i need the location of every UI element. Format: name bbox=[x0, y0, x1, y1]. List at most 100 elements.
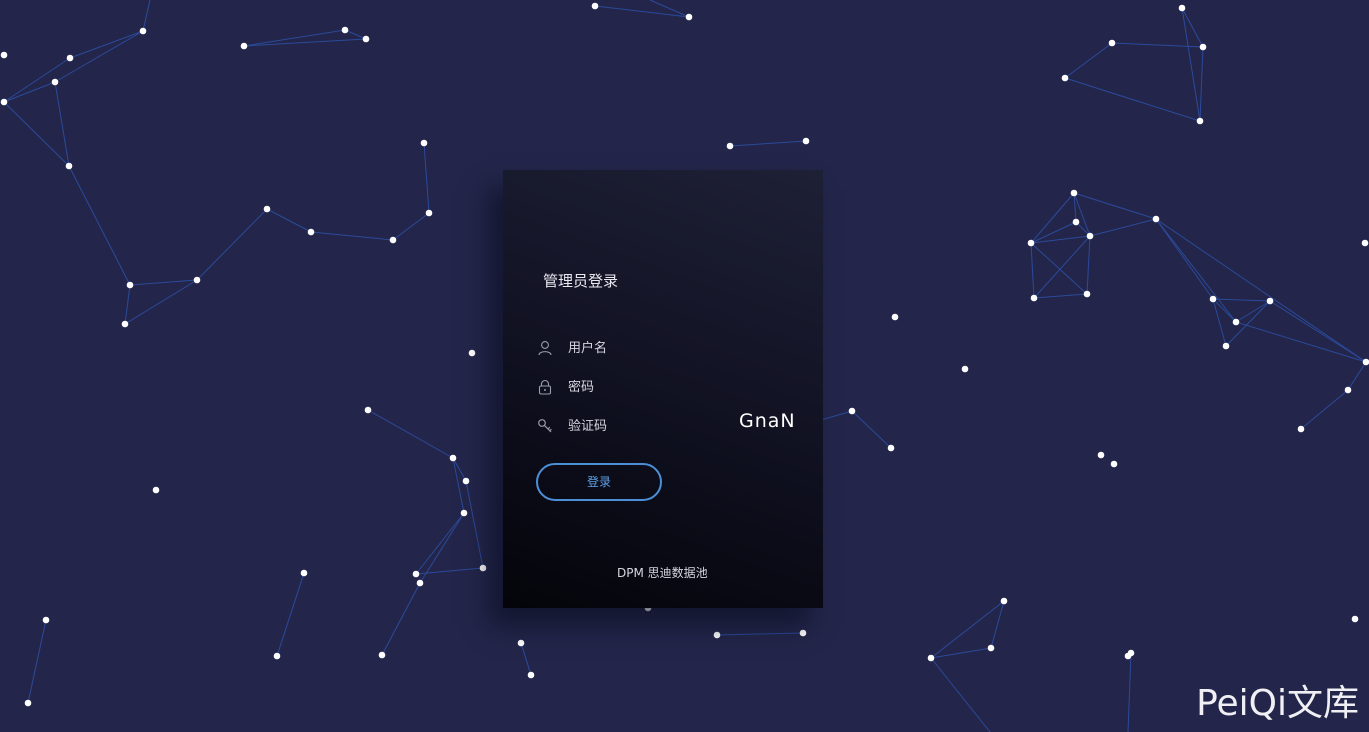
network-dot bbox=[1083, 290, 1091, 298]
network-dot bbox=[462, 477, 470, 485]
network-line bbox=[124, 284, 131, 325]
network-dot bbox=[364, 406, 372, 414]
watermark-text: PeiQi文库 bbox=[1196, 683, 1359, 724]
network-dot bbox=[1061, 74, 1069, 82]
username-input[interactable] bbox=[568, 340, 728, 356]
key-icon bbox=[537, 418, 553, 434]
network-dot bbox=[362, 35, 370, 43]
network-dot bbox=[425, 209, 433, 217]
network-line bbox=[423, 142, 430, 214]
network-line bbox=[716, 632, 804, 636]
network-dot bbox=[726, 142, 734, 150]
network-dot bbox=[1362, 358, 1369, 366]
network-dot bbox=[0, 51, 8, 59]
captcha-input[interactable] bbox=[568, 418, 728, 434]
network-line bbox=[851, 410, 892, 449]
network-dot bbox=[517, 639, 525, 647]
network-dot bbox=[1297, 425, 1305, 433]
network-dot bbox=[273, 652, 281, 660]
network-line bbox=[3, 57, 71, 103]
network-line bbox=[990, 600, 1005, 649]
login-button[interactable]: 登录 bbox=[536, 463, 662, 501]
network-dot bbox=[24, 699, 32, 707]
network-line bbox=[1033, 293, 1088, 299]
captcha-field[interactable] bbox=[537, 416, 737, 436]
network-dot bbox=[987, 644, 995, 652]
network-dot bbox=[300, 569, 308, 577]
network-line bbox=[1030, 242, 1035, 299]
network-dot bbox=[1110, 460, 1118, 468]
network-dot bbox=[479, 564, 487, 572]
network-line bbox=[310, 231, 394, 241]
username-field[interactable] bbox=[537, 338, 737, 358]
network-dot bbox=[412, 570, 420, 578]
network-line bbox=[465, 480, 484, 569]
network-dot bbox=[1027, 239, 1035, 247]
network-dot bbox=[713, 631, 721, 639]
network-line bbox=[594, 5, 690, 18]
network-dot bbox=[126, 281, 134, 289]
network-dot bbox=[449, 454, 457, 462]
network-dot bbox=[468, 349, 476, 357]
network-dot bbox=[1178, 4, 1186, 12]
network-dot bbox=[527, 671, 535, 679]
network-dot bbox=[152, 486, 160, 494]
network-line bbox=[415, 512, 465, 575]
network-dot bbox=[139, 27, 147, 35]
network-line bbox=[1089, 218, 1157, 237]
password-input[interactable] bbox=[568, 379, 728, 395]
network-dot bbox=[799, 629, 807, 637]
network-dot bbox=[891, 313, 899, 321]
footer-text: DPM 思迪数据池 bbox=[617, 566, 708, 580]
network-dot bbox=[591, 2, 599, 10]
network-dot bbox=[420, 139, 428, 147]
network-line bbox=[54, 81, 70, 167]
network-line bbox=[392, 212, 430, 241]
network-line bbox=[452, 457, 465, 514]
network-dot bbox=[1108, 39, 1116, 47]
network-dot bbox=[927, 654, 935, 662]
network-dot bbox=[1124, 652, 1132, 660]
network-dot bbox=[42, 616, 50, 624]
lock-icon bbox=[537, 379, 553, 395]
network-dot bbox=[1196, 117, 1204, 125]
login-title: 管理员登录 bbox=[543, 272, 619, 290]
network-dot bbox=[1086, 232, 1094, 240]
captcha-image[interactable]: GnaN bbox=[739, 410, 796, 432]
network-line bbox=[1155, 218, 1214, 300]
network-line bbox=[129, 279, 198, 286]
network-dot bbox=[121, 320, 129, 328]
network-line bbox=[142, 0, 151, 32]
network-dot bbox=[961, 365, 969, 373]
network-line bbox=[1155, 218, 1367, 363]
network-line bbox=[1235, 321, 1367, 363]
network-line bbox=[266, 208, 312, 233]
network-line bbox=[1030, 242, 1088, 295]
network-dot bbox=[848, 407, 856, 415]
network-line bbox=[1225, 300, 1271, 347]
network-dot bbox=[1000, 597, 1008, 605]
network-line bbox=[68, 165, 131, 286]
network-dot bbox=[263, 205, 271, 213]
network-line bbox=[1064, 42, 1113, 79]
network-line bbox=[1155, 218, 1237, 323]
password-field[interactable] bbox=[537, 377, 737, 397]
network-dot bbox=[1222, 342, 1230, 350]
network-dot bbox=[1030, 294, 1038, 302]
network-dot bbox=[240, 42, 248, 50]
network-line bbox=[276, 572, 305, 657]
network-dot bbox=[460, 509, 468, 517]
network-line bbox=[1199, 46, 1204, 122]
network-line bbox=[344, 29, 367, 40]
network-dot bbox=[378, 651, 386, 659]
network-line bbox=[930, 647, 992, 659]
network-dot bbox=[416, 579, 424, 587]
network-dot bbox=[1209, 295, 1217, 303]
network-line bbox=[1111, 42, 1204, 48]
network-dot bbox=[1070, 189, 1078, 197]
network-line bbox=[196, 208, 268, 281]
network-line bbox=[3, 101, 70, 167]
network-line bbox=[27, 619, 47, 704]
network-dot bbox=[685, 13, 693, 21]
network-dot bbox=[1266, 297, 1274, 305]
